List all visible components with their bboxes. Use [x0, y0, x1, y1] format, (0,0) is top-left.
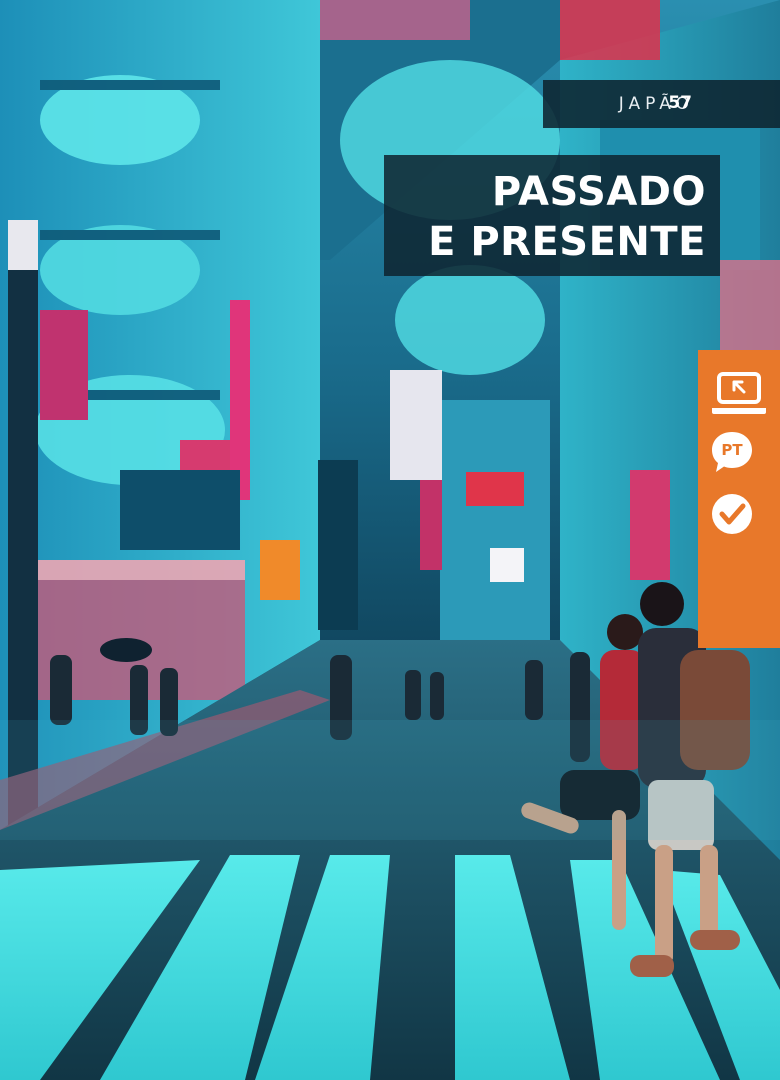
title-box: PASSADO E PRESENTE [384, 155, 720, 276]
side-panel: PT [698, 350, 780, 648]
section-header-bar: JAPÃO 57 [543, 80, 780, 128]
pt-badge-icon: PT [710, 430, 754, 474]
page-number: 57 [668, 93, 692, 113]
title-line-2: E PRESENTE [428, 219, 706, 265]
check-circle-icon [712, 494, 752, 534]
title-line-1: PASSADO [491, 169, 706, 215]
pt-badge-text: PT [721, 441, 743, 459]
laptop-icon [712, 372, 766, 414]
